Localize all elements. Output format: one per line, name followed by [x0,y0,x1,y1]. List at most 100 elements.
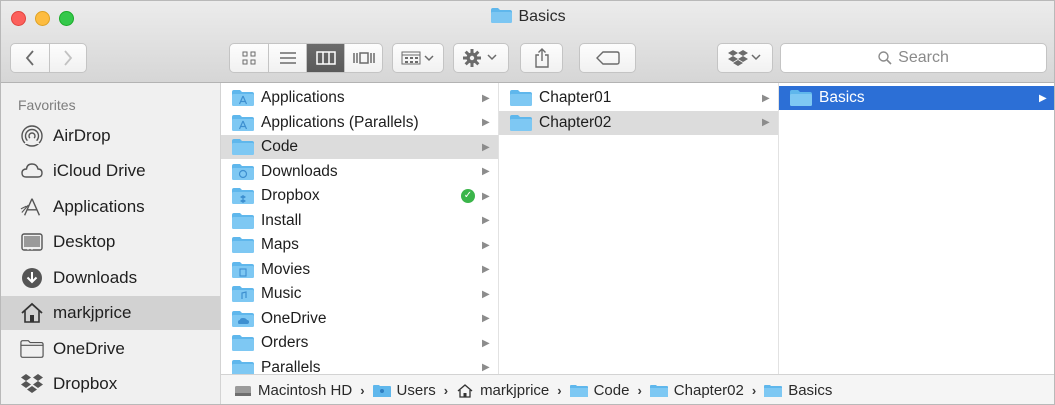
search-placeholder: Search [898,49,949,66]
browser-column-2: Chapter01 ▶ Chapter02 ▶ [499,83,779,374]
breadcrumb-macintosh-hd[interactable]: Macintosh HD [234,382,352,399]
breadcrumb-label: markjprice [480,382,550,399]
sidebar-item-label: Desktop [53,232,116,251]
disclosure-arrow-icon: ▶ [762,92,770,104]
tag-button[interactable] [579,43,636,73]
cloud-icon [20,159,44,183]
breadcrumb-label: Macintosh HD [258,382,353,399]
sidebar-item-icloud-drive[interactable]: iCloud Drive [1,154,220,188]
column-1-item-install[interactable]: Install ▶ [221,209,498,233]
gear-icon [463,49,497,67]
browser-column-1: Applications ▶ Applications (Parallels) ▶ Co… [221,83,499,374]
sidebar-item-desktop[interactable]: Desktop [1,225,220,259]
sidebar-item-label: OneDrive [53,339,125,358]
breadcrumb-separator: › [557,383,562,398]
sidebar-item-onedrive[interactable]: OneDrive [1,332,220,366]
sidebar-heading: Favorites [18,97,76,113]
column-1-item-onedrive[interactable]: OneDrive ▶ [221,307,498,331]
dropbox-button[interactable] [717,43,773,73]
folder-icon [569,384,588,397]
item-label: Orders [261,334,309,351]
column-2-item-chapter02[interactable]: Chapter02 ▶ [499,110,778,135]
column-view-button[interactable] [306,44,344,72]
window-title-text: Basics [518,8,566,25]
dropbox-icon [728,50,761,66]
desktop-icon [20,230,44,254]
folder-icon [232,335,254,351]
finder-window: Basics Search Favorites AirDrop iCloud D… [0,0,1055,405]
window-title: Basics [1,8,1054,26]
folder-icon [232,359,254,374]
list-view-button[interactable] [268,44,306,72]
column-3-item-basics[interactable]: Basics ▶ [779,86,1054,110]
home-icon [20,301,44,325]
share-button[interactable] [520,43,563,73]
item-label: Downloads [261,162,338,180]
sidebar: Favorites AirDrop iCloud Drive Applicati… [1,83,221,404]
breadcrumb-label: Chapter02 [673,382,744,399]
column-1-item-maps[interactable]: Maps ▶ [221,233,498,257]
folder-icon [232,286,254,302]
breadcrumb-code[interactable]: Code [569,382,629,399]
breadcrumb-basics[interactable]: Basics [764,382,832,399]
column-1-item-applications[interactable]: Applications ▶ [221,86,498,110]
folder-icon [764,384,783,397]
item-label: Applications (Parallels) [261,113,419,131]
breadcrumb-separator: › [443,383,449,398]
item-label: Applications [261,89,345,106]
breadcrumb-separator: › [637,383,642,398]
breadcrumb-chapter02[interactable]: Chapter02 [649,382,744,399]
breadcrumb-separator: › [751,383,757,398]
breadcrumb-users[interactable]: Users [372,382,436,399]
sidebar-item-label: AirDrop [53,126,111,145]
folder-icon [232,237,254,253]
sidebar-item-dropbox[interactable]: Dropbox [1,367,220,401]
toolbar: Basics Search [1,1,1054,83]
column-1-item-music[interactable]: Music ▶ [221,282,498,306]
column-2-item-chapter01[interactable]: Chapter01 ▶ [499,86,778,110]
column-1-item-applications-parallels[interactable]: Applications (Parallels) ▶ [221,111,498,135]
disclosure-arrow-icon: ▶ [482,288,490,300]
item-label: Music [261,285,302,302]
sidebar-item-label: Downloads [53,268,138,287]
arrange-button[interactable] [392,43,444,73]
downloads-icon [20,266,44,290]
disclosure-arrow-icon: ▶ [482,313,490,324]
breadcrumb-label: Basics [788,382,833,399]
item-label: Install [261,211,302,229]
sidebar-item-markjprice[interactable]: markjprice [1,296,220,330]
sidebar-item-airdrop[interactable]: AirDrop [1,119,220,153]
action-button[interactable] [453,43,509,73]
sidebar-item-downloads[interactable]: Downloads [1,261,220,295]
item-label: Chapter02 [539,113,612,131]
search-input[interactable]: Search [780,43,1047,73]
folder-icon [491,8,513,23]
folder-icon [649,384,668,397]
list-view-icon [279,52,296,64]
forward-button[interactable] [48,44,87,72]
disclosure-arrow-icon: ▶ [482,92,490,104]
column-1-item-movies[interactable]: Movies ▶ [221,258,498,282]
breadcrumb-markjprice[interactable]: markjprice [456,382,549,399]
sidebar-item-label: markjprice [53,303,132,322]
sidebar-item-applications[interactable]: Applications [1,190,220,224]
users-folder-icon [372,384,391,397]
item-label: Parallels [261,358,321,375]
column-1-item-dropbox[interactable]: Dropbox ✓ ▶ [221,184,498,208]
disclosure-arrow-icon: ▶ [482,141,490,153]
folder-icon [510,114,532,131]
sidebar-item-label: Applications [53,197,145,216]
disclosure-arrow-icon: ▶ [482,362,490,373]
item-label: Code [261,138,299,155]
item-label: Dropbox [261,187,320,204]
column-1-item-parallels[interactable]: Parallels ▶ [221,356,498,375]
disclosure-arrow-icon: ▶ [482,190,490,202]
back-button[interactable] [11,44,49,72]
icon-view-button[interactable] [230,44,268,72]
column-1-item-downloads[interactable]: Downloads ▶ [221,160,498,184]
dropbox-icon [20,372,44,396]
column-1-item-orders[interactable]: Orders ▶ [221,331,498,355]
cover-flow-button[interactable] [344,44,382,72]
column-1-item-code[interactable]: Code ▶ [221,135,498,159]
folder-icon [232,163,254,180]
